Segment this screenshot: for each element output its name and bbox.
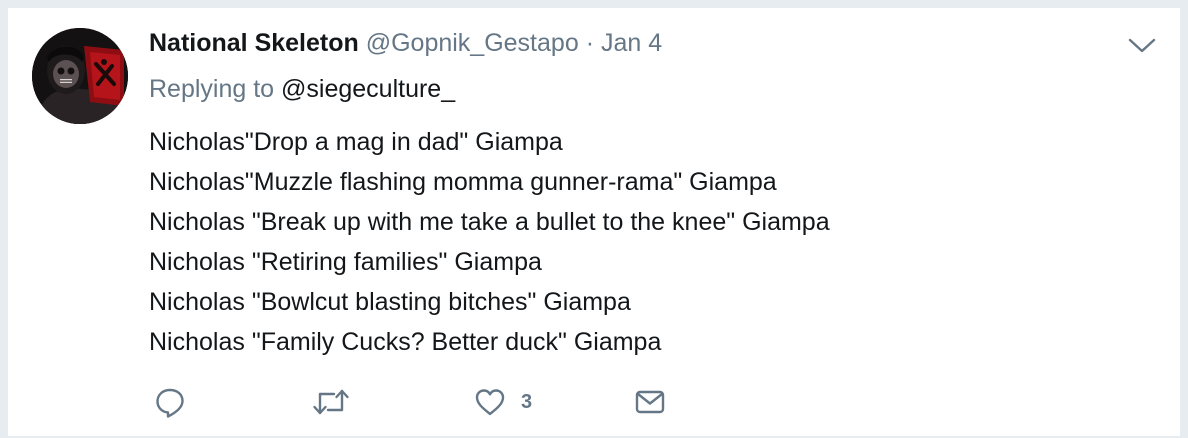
tweet-text-line: Nicholas "Family Cucks? Better duck" Gia… — [149, 328, 662, 356]
more-options-chevron-down-icon[interactable] — [1125, 32, 1159, 58]
like-button[interactable]: 3 — [473, 384, 532, 420]
tweet-text-line: Nicholas"Muzzle flashing momma gunner-ra… — [149, 168, 777, 196]
tweet-text-line: Nicholas "Break up with me take a bullet… — [149, 208, 830, 236]
replying-to-label: Replying to — [149, 75, 275, 103]
replying-to-handle[interactable]: @siegeculture_ — [281, 75, 455, 103]
direct-message-button[interactable] — [633, 384, 667, 420]
author-screen-name[interactable]: @Gopnik_Gestapo — [366, 29, 579, 57]
heart-icon — [473, 385, 507, 419]
tweet-text: Nicholas"Drop a mag in dad" Giampa Nicho… — [149, 122, 830, 362]
author-display-name[interactable]: National Skeleton — [149, 29, 359, 57]
reply-bubble-icon — [153, 385, 187, 419]
retweet-icon — [311, 385, 351, 419]
avatar-image — [32, 28, 128, 124]
header-separator: · — [585, 29, 595, 57]
tweet-header: National Skeleton @Gopnik_Gestapo · Jan … — [149, 28, 662, 58]
envelope-icon — [633, 385, 667, 419]
like-count: 3 — [521, 390, 533, 413]
tweet-text-line: Nicholas "Bowlcut blasting bitches" Giam… — [149, 288, 631, 316]
tweet-date[interactable]: Jan 4 — [601, 29, 662, 57]
tweet-text-line: Nicholas"Drop a mag in dad" Giampa — [149, 128, 563, 156]
tweet-actions: 3 — [149, 384, 749, 420]
tweet-text-line: Nicholas "Retiring families" Giampa — [149, 248, 542, 276]
avatar[interactable] — [32, 28, 128, 124]
reply-button[interactable] — [153, 384, 187, 420]
retweet-button[interactable] — [311, 384, 351, 420]
replying-to: Replying to @siegeculture_ — [149, 74, 455, 104]
tweet-card[interactable]: National Skeleton @Gopnik_Gestapo · Jan … — [8, 8, 1180, 436]
